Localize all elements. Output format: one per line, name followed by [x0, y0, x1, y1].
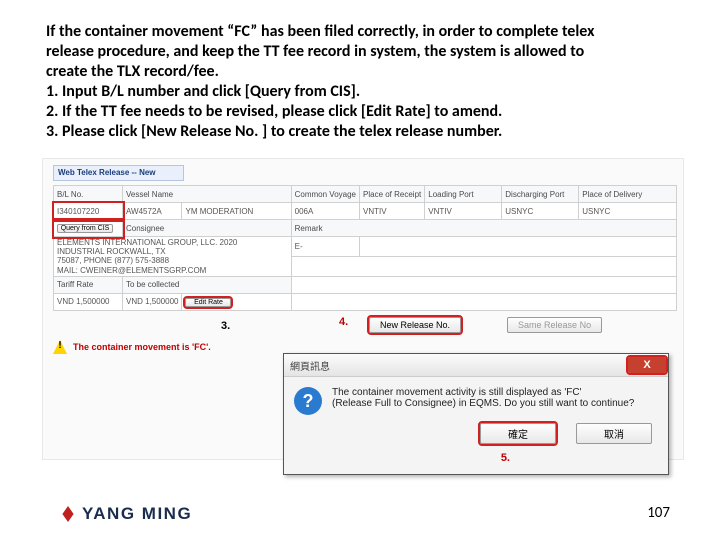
instruction-line: create the TLX record/fee. — [46, 62, 670, 82]
consignee-line: INDUSTRIAL ROCKWALL, TX — [57, 247, 166, 256]
edit-rate-button[interactable]: Edit Rate — [185, 298, 231, 307]
value-to-be-collected: VND 1,500000 — [123, 293, 182, 310]
blank-cell — [291, 293, 676, 310]
label-discharging-port: Discharging Port — [502, 186, 579, 203]
label-remark: Remark — [291, 220, 676, 237]
new-release-button[interactable]: New Release No. — [369, 317, 461, 333]
label-loading-port: Loading Port — [425, 186, 502, 203]
label-common-voyage: Common Voyage — [291, 186, 359, 203]
input-blno[interactable]: I340107220 — [54, 203, 123, 220]
page-number: 107 — [647, 504, 670, 522]
edit-rate-cell: Edit Rate — [182, 293, 291, 310]
ok-button[interactable]: 確定 — [480, 423, 556, 444]
same-release-button[interactable]: Same Release No — [507, 317, 602, 333]
instruction-step1: 1. Input B/L number and click [Query fro… — [46, 82, 670, 102]
dialog-titlebar: 網頁訊息 X — [284, 354, 668, 377]
value-common-voyage: 006A — [291, 203, 359, 220]
cancel-button[interactable]: 取消 — [576, 423, 652, 444]
brand-name: YANG MING — [82, 504, 192, 524]
instruction-line: release procedure, and keep the TT fee r… — [46, 42, 670, 62]
value-remark — [360, 237, 677, 257]
query-from-cis-label: Query from CIS — [57, 224, 113, 233]
release-button-row: New Release No. Same Release No — [259, 317, 602, 333]
window-title-tab: Web Telex Release -- New — [53, 165, 184, 181]
consignee-line: 75087, PHONE (877) 575-3888 — [57, 256, 169, 265]
dialog-body: ? The container movement activity is sti… — [284, 377, 668, 419]
warning-icon — [53, 340, 67, 354]
label-blno: B/L No. — [54, 186, 123, 203]
value-email-type: E- — [291, 237, 359, 257]
form-grid: B/L No. Vessel Name Common Voyage Place … — [53, 185, 677, 311]
label-tariff-rate: Tariff Rate — [54, 276, 123, 293]
dialog-title: 網頁訊息 — [290, 358, 330, 373]
warning-text: The container movement is 'FC'. — [73, 342, 211, 352]
value-discharging-port: USNYC — [502, 203, 579, 220]
logo-icon — [60, 506, 76, 522]
label-consignee: Consignee — [123, 220, 292, 237]
consignee-line: ELEMENTS INTERNATIONAL GROUP, LLC. 2020 — [57, 238, 237, 247]
value-vessel-code: AW4572A — [123, 203, 182, 220]
instruction-step2: 2. If the TT fee needs to be revised, pl… — [46, 102, 670, 122]
label-vessel-name: Vessel Name — [123, 186, 292, 203]
value-tariff-rate: VND 1,500000 — [54, 293, 123, 310]
label-place-of-receipt: Place of Receipt — [360, 186, 425, 203]
dialog-message: The container movement activity is still… — [332, 387, 634, 415]
instruction-text: If the container movement “FC” has been … — [46, 22, 670, 142]
app-screenshot: Web Telex Release -- New B/L No. Vessel … — [42, 158, 684, 460]
value-remark-row2 — [291, 256, 676, 276]
step-marker-3: 3. — [221, 320, 230, 332]
instruction-step3: 3. Please click [New Release No. ] to cr… — [46, 122, 670, 142]
value-loading-port: VNTIV — [425, 203, 502, 220]
blank-cell — [291, 276, 676, 293]
query-from-cis-button[interactable]: Query from CIS — [54, 220, 123, 237]
brand-logo: YANG MING — [60, 504, 192, 524]
value-vessel-name: YM MODERATION — [182, 203, 291, 220]
instruction-line: If the container movement “FC” has been … — [46, 22, 670, 42]
consignee-line: MAIL: CWEINER@ELEMENTSGRP.COM — [57, 266, 206, 275]
label-place-of-delivery: Place of Delivery — [579, 186, 677, 203]
value-place-of-receipt: VNTIV — [360, 203, 425, 220]
close-icon[interactable]: X — [628, 357, 666, 373]
question-icon: ? — [294, 387, 322, 415]
confirm-dialog: 網頁訊息 X ? The container movement activity… — [283, 353, 669, 475]
value-consignee: ELEMENTS INTERNATIONAL GROUP, LLC. 2020 … — [54, 237, 291, 277]
dialog-button-bar: 確定 取消 — [284, 419, 668, 444]
label-to-be-collected: To be collected — [123, 276, 292, 293]
dialog-msg-line: (Release Full to Consignee) in EQMS. Do … — [332, 398, 634, 409]
step-marker-5: 5. — [501, 452, 510, 464]
dialog-msg-line: The container movement activity is still… — [332, 387, 581, 398]
value-place-of-delivery: USNYC — [579, 203, 677, 220]
